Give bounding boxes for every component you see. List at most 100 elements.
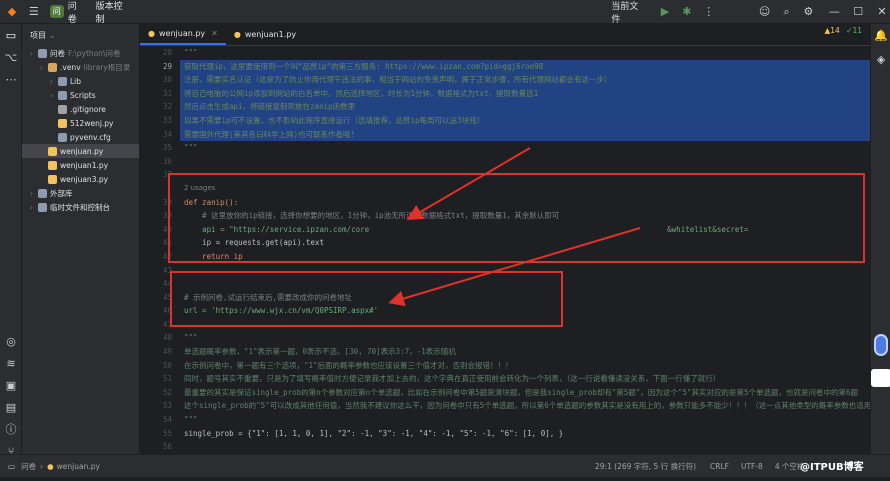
line-number: 34 xyxy=(140,128,180,142)
tree-item-hint: library根目录 xyxy=(84,62,131,73)
add-user-icon[interactable]: ☺ xyxy=(757,4,773,20)
tree-item[interactable]: ›Lib xyxy=(22,74,139,88)
code-line: # 示例问卷,试运行结束后,需要改成你的问卷地址 xyxy=(180,291,870,305)
close-icon[interactable]: ✕ xyxy=(874,4,890,20)
code-line xyxy=(180,440,870,454)
code-line: # 这里放你的ip链接，选择你想要的地区，1分钟，ip池无所谓，数据格式txt，… xyxy=(180,209,870,223)
code-line: 单选题概率参数，"1"表示第一题，0表示不选，[30, 70]表示3:7，-1表… xyxy=(180,345,870,359)
settings-gear-icon[interactable]: ⚙ xyxy=(800,4,816,20)
tree-item[interactable]: ›问卷F:\python\问卷 xyxy=(22,46,139,60)
tree-item[interactable]: 512wenj.py xyxy=(22,116,139,130)
tree-item[interactable]: ›.venvlibrary根目录 xyxy=(22,60,139,74)
file-encoding[interactable]: UTF-8 xyxy=(741,462,763,471)
tab-label: wenjuan.py xyxy=(159,29,205,38)
line-number: 45 xyxy=(140,291,180,305)
floating-widget[interactable] xyxy=(871,369,890,387)
editor-tab[interactable]: ●wenjuan.py✕ xyxy=(140,23,226,45)
line-number: 44 xyxy=(140,277,180,291)
problems-icon[interactable]: ⓘ xyxy=(0,418,22,440)
more-tools-icon[interactable]: ⋯ xyxy=(0,68,22,90)
project-switcher[interactable]: 问卷 xyxy=(68,0,86,25)
code-line: """ xyxy=(180,331,870,345)
maximize-icon[interactable]: ☐ xyxy=(850,4,866,20)
minimize-icon[interactable]: — xyxy=(826,4,842,20)
tree-item[interactable]: ›外部库 xyxy=(22,186,139,200)
py-icon xyxy=(48,175,57,184)
python-file-icon: ● xyxy=(234,30,241,39)
python-console-icon[interactable]: ▣ xyxy=(0,374,22,396)
chevron-icon[interactable]: › xyxy=(30,49,38,58)
line-number: 28 xyxy=(140,46,180,60)
breadcrumb-file[interactable]: wenjuan.py xyxy=(57,462,100,471)
code-line: 将自己电脑的公网ip添加到网站的白名单中，然后选择地区，时长为1分钟，数据格式为… xyxy=(180,87,870,101)
run-icon[interactable]: ▶ xyxy=(657,4,673,20)
floating-scroll-handle[interactable] xyxy=(874,334,888,356)
chevron-icon[interactable]: › xyxy=(50,77,58,86)
chevron-down-icon: ⌄ xyxy=(49,31,56,40)
project-tool-icon[interactable]: ▭ xyxy=(0,24,22,46)
usages-hint[interactable]: 2 usages xyxy=(180,182,870,196)
tree-item-label: wenjuan.py xyxy=(60,147,103,156)
more-actions-icon[interactable]: ⋮ xyxy=(701,4,717,20)
structure-tool-icon[interactable]: ⌥ xyxy=(0,46,22,68)
chevron-icon[interactable]: › xyxy=(30,189,38,198)
search-icon[interactable]: ⌕ xyxy=(779,4,795,20)
warning-count: ▲14 xyxy=(824,26,839,35)
code-line: """ xyxy=(180,141,870,155)
line-number: 51 xyxy=(140,372,180,386)
status-bar: ▭ 问卷 › ● wenjuan.py 29:1 (269 字符, 5 行 换行… xyxy=(0,454,890,477)
line-number: 46 xyxy=(140,304,180,318)
main-menu-icon[interactable]: ☰ xyxy=(26,4,42,20)
inspection-widget[interactable]: ▲14 ✓11 xyxy=(824,26,862,35)
tree-item-label: wenjuan1.py xyxy=(60,161,108,170)
code-line xyxy=(180,318,870,332)
line-number-gutter: 2829303132333435363738394041424344454647… xyxy=(140,46,180,454)
vcs-menu[interactable]: 版本控制 xyxy=(96,0,132,25)
line-number: 54 xyxy=(140,413,180,427)
project-panel-header[interactable]: 项目 ⌄ xyxy=(22,24,139,46)
notifications-icon[interactable]: 🔔 xyxy=(871,24,890,46)
editor-tab[interactable]: ● wenjuan1.py xyxy=(226,23,304,45)
code-line: 需要国外代理(美其名曰科学上网)也可联系作者哦! xyxy=(180,128,870,142)
code-line: 最重要的其实是保证single_prob的第n个参数对应第n个单选题，比如在示例… xyxy=(180,386,870,400)
code-line: 同时，题号其实不重要，只是为了填写概率值时方便记录我才加上去的，这个字典在真正使… xyxy=(180,372,870,386)
line-separator[interactable]: CRLF xyxy=(710,462,729,471)
run-config-selector[interactable]: 当前文件 xyxy=(611,0,647,25)
line-number: 43 xyxy=(140,264,180,278)
tree-item[interactable]: wenjuan3.py xyxy=(22,172,139,186)
tree-item[interactable]: ›临时文件和控制台 xyxy=(22,200,139,214)
line-number: 49 xyxy=(140,345,180,359)
project-panel: 项目 ⌄ ›问卷F:\python\问卷›.venvlibrary根目录›Lib… xyxy=(22,24,140,454)
code-editor[interactable]: """获取代理ip，这里要使用到一个叫“品赞ip”的第三方服务: https:/… xyxy=(180,46,870,454)
caret-position[interactable]: 29:1 (269 字符, 5 行 换行符) xyxy=(595,461,696,472)
python-packages-icon[interactable]: ◎ xyxy=(0,330,22,352)
code-line: ip = requests.get(api).text xyxy=(180,236,870,250)
code-line: url = 'https://www.wjx.cn/vm/Q0PSIRP.asp… xyxy=(180,304,870,318)
tree-item[interactable]: .gitignore xyxy=(22,102,139,116)
line-number: 31 xyxy=(140,87,180,101)
tree-item[interactable]: wenjuan.py xyxy=(22,144,139,158)
vcs-status-icon[interactable]: ▭ xyxy=(8,462,15,471)
tab-close-icon[interactable]: ✕ xyxy=(211,29,218,38)
line-number: 32 xyxy=(140,100,180,114)
tree-item[interactable]: wenjuan1.py xyxy=(22,158,139,172)
debug-icon[interactable]: ✱ xyxy=(679,4,695,20)
code-line: 如果不需要ip可不设置，也不影响此程序直接运行（选填推荐，品赞ip每周可以送3块… xyxy=(180,114,870,128)
tree-item[interactable]: ›Scripts xyxy=(22,88,139,102)
folder-venv-icon xyxy=(48,63,57,72)
tree-item-label: 512wenj.py xyxy=(70,119,113,128)
line-number: 38 xyxy=(140,196,180,210)
chevron-icon[interactable]: › xyxy=(30,203,38,212)
tree-item-label: 问卷 xyxy=(50,48,65,59)
tree-item[interactable]: pyvenv.cfg xyxy=(22,130,139,144)
layers-icon[interactable]: ≋ xyxy=(0,352,22,374)
chevron-icon[interactable]: › xyxy=(40,63,48,72)
ai-assistant-icon[interactable]: ◈ xyxy=(871,48,890,70)
tab-label: wenjuan1.py xyxy=(245,30,296,39)
terminal-icon[interactable]: ▤ xyxy=(0,396,22,418)
editor-area: ●wenjuan.py✕●wenjuan1.py ▲14 ✓11 2829303… xyxy=(140,24,870,454)
line-number: 50 xyxy=(140,359,180,373)
breadcrumb-root[interactable]: 问卷 xyxy=(21,461,36,472)
chevron-icon[interactable]: › xyxy=(50,91,58,100)
right-tool-bar: 🔔 ◈ xyxy=(870,24,890,454)
